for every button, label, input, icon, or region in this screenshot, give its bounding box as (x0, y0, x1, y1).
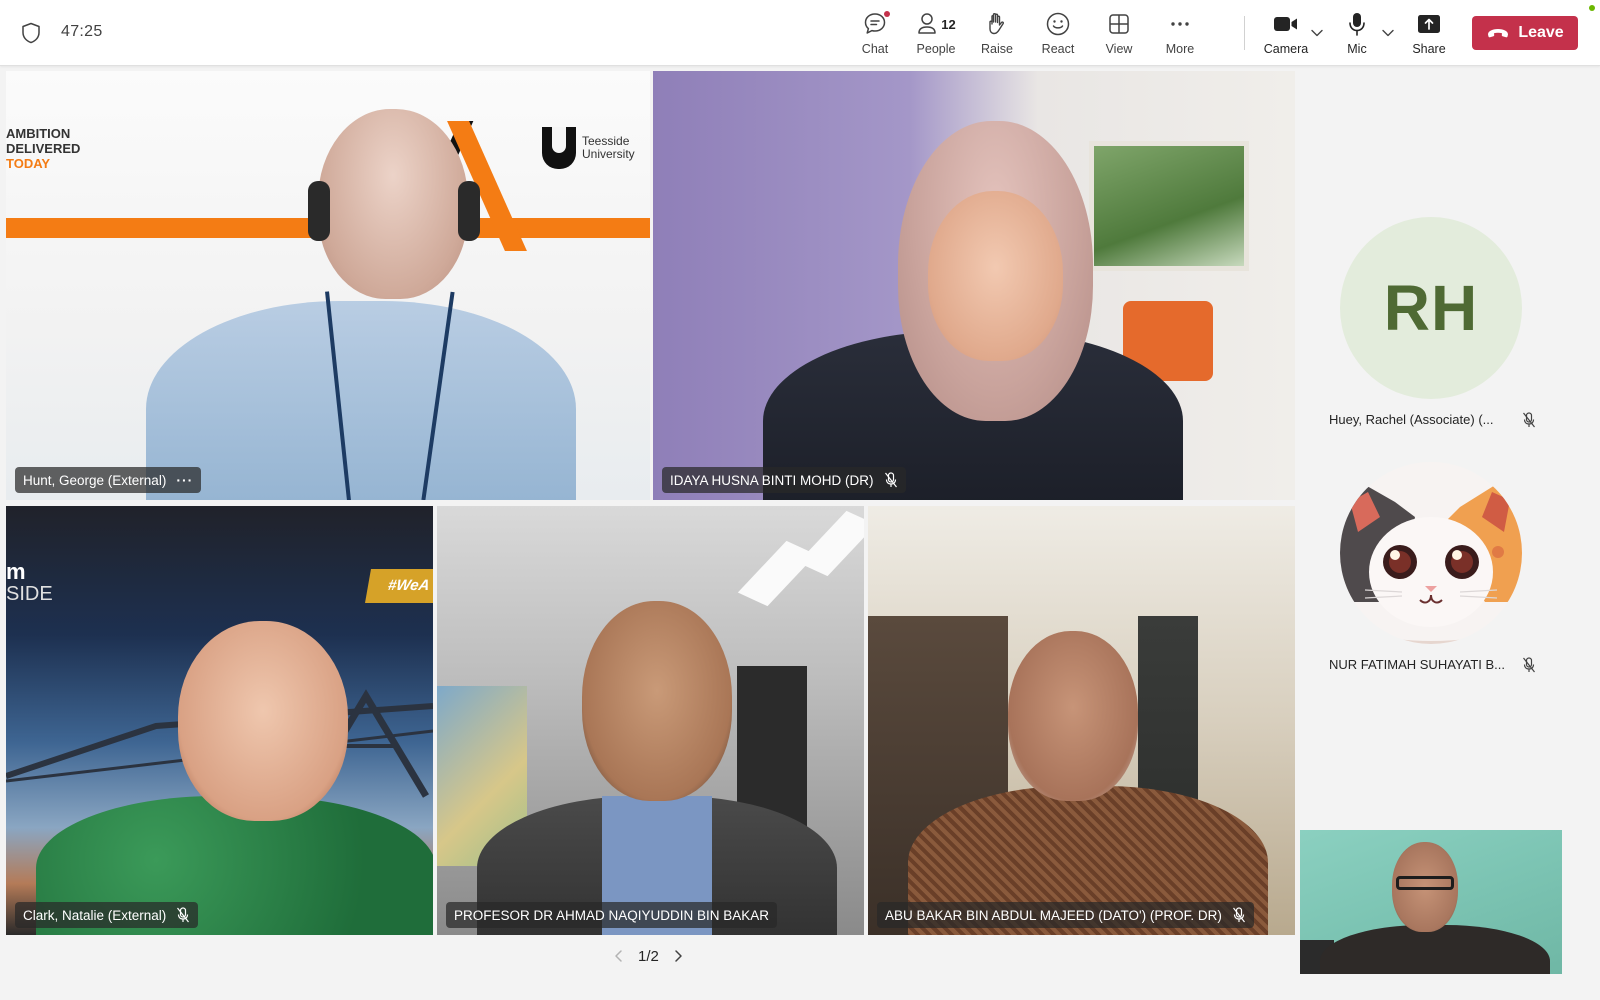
mic-muted-icon (884, 472, 897, 488)
participant-avatar[interactable]: RH (1340, 217, 1522, 399)
share-label: Share (1412, 42, 1446, 56)
participant-avatar[interactable] (1340, 462, 1522, 644)
participant-name: Huey, Rachel (Associate) (... (1329, 412, 1494, 427)
mic-muted-icon (1523, 656, 1535, 672)
mic-button[interactable]: Mic (1328, 10, 1386, 60)
toolbar-divider (1244, 16, 1245, 50)
raise-hand-button[interactable]: Raise (968, 10, 1026, 60)
people-icon (918, 13, 937, 34)
video-tile[interactable]: ABU BAKAR BIN ABDUL MAJEED (DATO') (PROF… (868, 506, 1295, 935)
react-button[interactable]: React (1029, 10, 1087, 60)
page-indicator: 1/2 (638, 947, 659, 965)
mic-label: Mic (1347, 42, 1367, 56)
gallery-pager: 1/2 (612, 944, 685, 968)
meeting-timer: 47:25 (61, 23, 103, 40)
chat-label: Chat (861, 42, 889, 56)
participant-name: Hunt, George (External) (23, 472, 167, 488)
participant-name: PROFESOR DR AHMAD NAQIYUDDIN BIN BAKAR (454, 907, 770, 923)
ceiling-light (797, 510, 864, 577)
more-label: More (1165, 42, 1195, 56)
shield-icon[interactable] (21, 22, 41, 44)
view-button[interactable]: View (1090, 10, 1148, 60)
next-page-icon[interactable] (671, 949, 685, 963)
leave-label: Leave (1518, 24, 1564, 41)
participant-name: IDAYA HUSNA BINTI MOHD (DR) (670, 472, 874, 488)
participant-name-tag: ABU BAKAR BIN ABDUL MAJEED (DATO') (PROF… (877, 902, 1254, 928)
grid-icon (1109, 14, 1129, 34)
ceiling-light (737, 540, 817, 607)
mic-muted-icon (1232, 907, 1245, 923)
participant-count: 12 (941, 16, 956, 32)
hand-icon (989, 13, 1005, 35)
share-screen-icon (1418, 15, 1440, 33)
chat-button[interactable]: Chat (846, 10, 904, 60)
video-tile[interactable]: IDAYA HUSNA BINTI MOHD (DR) (653, 71, 1295, 500)
participant-name-tag: Clark, Natalie (External) (15, 902, 199, 928)
raise-label: Raise (981, 42, 1013, 56)
meeting-header: 47:25 Chat 12 People Raise React View Mo… (0, 0, 1600, 66)
leave-button[interactable]: Leave (1472, 16, 1578, 50)
phone-hangup-icon (1488, 29, 1509, 38)
participant-name-tag: Hunt, George (External) ··· (15, 467, 202, 493)
people-button[interactable]: 12 People (907, 10, 965, 60)
microphone-icon (1349, 13, 1365, 36)
smiley-icon (1046, 12, 1070, 36)
mic-muted-icon (1523, 411, 1535, 427)
background-brand-text: m SIDE (6, 559, 53, 606)
mic-muted-icon (177, 907, 190, 923)
video-tile[interactable]: PROFESOR DR AHMAD NAQIYUDDIN BIN BAKAR (437, 506, 864, 935)
participant-name: ABU BAKAR BIN ABDUL MAJEED (DATO') (PROF… (885, 907, 1222, 923)
background-window (1089, 141, 1249, 271)
glasses (1396, 876, 1454, 890)
video-tile[interactable]: AMBITION DELIVERED TODAY Teesside Univers… (6, 71, 650, 500)
ellipsis-icon (1171, 22, 1189, 26)
video-camera-icon (1274, 17, 1297, 31)
avatar-initials: RH (1383, 272, 1479, 344)
participant-name-tag: PROFESOR DR AHMAD NAQIYUDDIN BIN BAKAR (446, 902, 778, 928)
connection-status-dot (1589, 5, 1595, 11)
university-logo: Teesside University (542, 127, 635, 169)
people-label: People (916, 42, 956, 56)
video-tile[interactable]: m SIDE #WeA Clark, Natalie (External) (6, 506, 433, 935)
camera-options-chevron-icon[interactable] (1310, 28, 1324, 38)
background-slogan: AMBITION DELIVERED TODAY (6, 126, 81, 171)
mic-options-chevron-icon[interactable] (1381, 28, 1395, 38)
react-label: React (1041, 42, 1075, 56)
camera-label: Camera (1263, 42, 1309, 56)
self-view-video[interactable] (1300, 830, 1562, 974)
camera-button[interactable]: Camera (1256, 10, 1316, 60)
participant-name-tag: IDAYA HUSNA BINTI MOHD (DR) (662, 467, 906, 493)
participant-name: NUR FATIMAH SUHAYATI B... (1329, 657, 1505, 672)
previous-page-icon[interactable] (612, 949, 626, 963)
more-button[interactable]: More (1151, 10, 1209, 60)
more-options-icon[interactable]: ··· (176, 473, 193, 487)
cat-avatar-image (1340, 462, 1522, 644)
rail-participant-name-row: NUR FATIMAH SUHAYATI B... (1329, 656, 1569, 672)
university-logo-mark (542, 127, 576, 169)
share-button[interactable]: Share (1400, 10, 1458, 60)
rail-participant-name-row: Huey, Rachel (Associate) (... (1329, 411, 1569, 427)
view-label: View (1105, 42, 1133, 56)
unread-indicator (884, 11, 890, 17)
participant-name: Clark, Natalie (External) (23, 907, 167, 923)
background-hashtag: #WeA (365, 569, 433, 603)
self-view-person-body (1320, 925, 1550, 974)
